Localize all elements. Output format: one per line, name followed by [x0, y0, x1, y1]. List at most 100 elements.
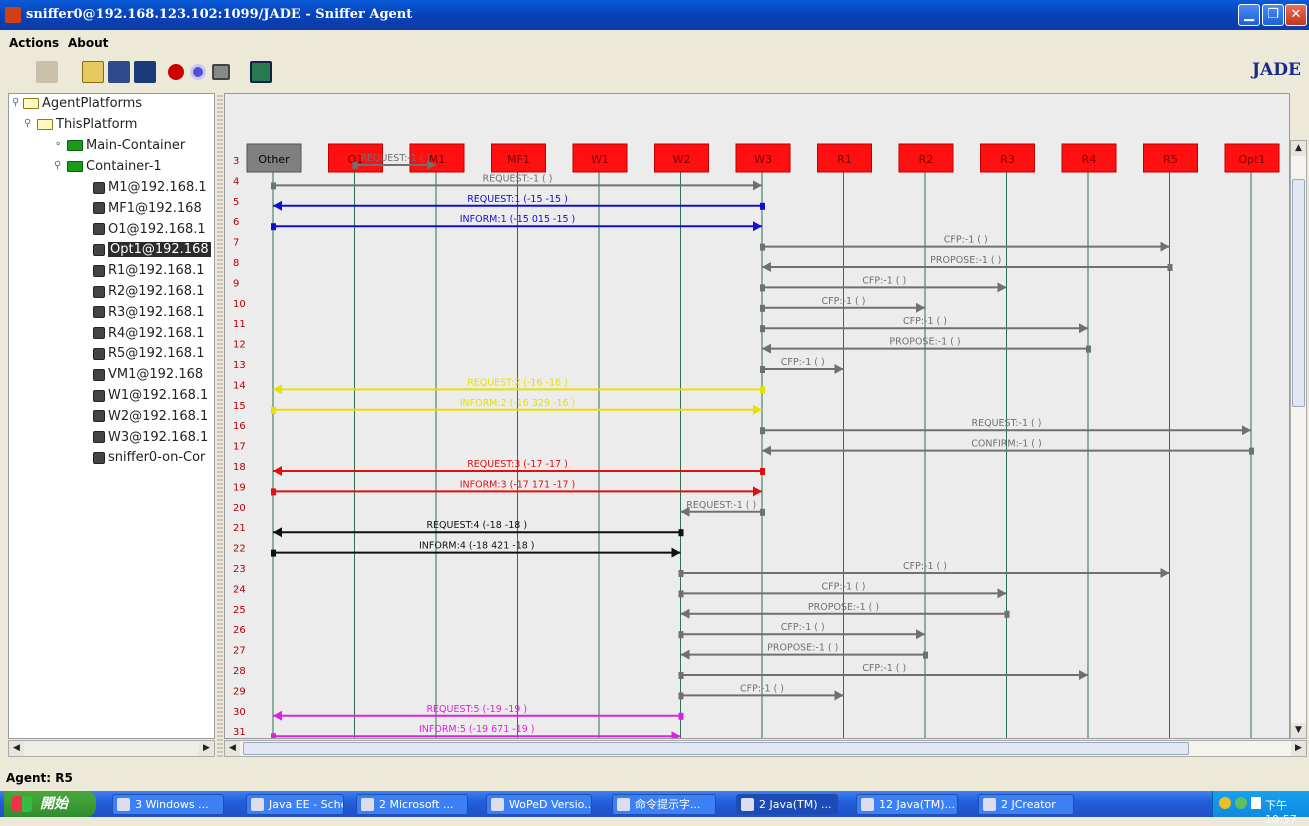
scroll-right-arrow-icon[interactable]: ▶ — [199, 741, 214, 756]
row-number: 18 — [233, 462, 246, 473]
scroll-left-arrow-icon[interactable]: ◀ — [225, 741, 240, 756]
arrow-head — [753, 221, 762, 232]
agent-box-label: Other — [258, 153, 290, 166]
start-button[interactable]: 開始 — [4, 791, 96, 817]
tree-node-agent[interactable]: W1@192.168.1 — [93, 386, 208, 406]
tree-node-agent[interactable]: R2@192.168.1 — [93, 282, 204, 302]
expand-icon[interactable]: ⚲ — [12, 97, 19, 108]
horizontal-scroll-thumb[interactable] — [243, 742, 1189, 755]
arrow-head — [273, 466, 282, 476]
tree-node-container-1[interactable]: Container-1 — [67, 157, 162, 177]
arrow-head — [671, 547, 681, 558]
tray-icon[interactable] — [1219, 797, 1231, 809]
row-number: 30 — [233, 707, 246, 718]
agent-tree[interactable]: ⚲ AgentPlatforms ⚲ ThisPlatform ⚬ Main-C… — [8, 93, 215, 739]
menu-actions[interactable]: Actions — [9, 36, 59, 50]
clear-canvas-icon[interactable] — [36, 61, 58, 83]
scroll-down-arrow-icon[interactable]: ▼ — [1291, 723, 1306, 738]
message-label: INFORM:4 (-18 421 -18 ) — [419, 541, 535, 552]
diagram-horizontal-scrollbar[interactable]: ◀ ▶ — [224, 740, 1307, 757]
expand-icon[interactable]: ⚲ — [24, 118, 31, 129]
tree-node-agent[interactable]: Opt1@192.168 — [93, 240, 211, 260]
tree-node-main-container[interactable]: Main-Container — [67, 136, 185, 156]
message-label: REQUEST:3 (-17 -17 ) — [467, 459, 568, 470]
taskbar-task[interactable]: 命令提示字... — [612, 794, 716, 815]
split-divider[interactable] — [217, 93, 223, 757]
agent-icon — [93, 389, 105, 402]
arrow-tail — [678, 712, 684, 720]
tree-node-agent[interactable]: MF1@192.168 — [93, 199, 202, 219]
scroll-up-arrow-icon[interactable]: ▲ — [1291, 141, 1306, 156]
tree-node-agent[interactable]: sniffer0-on-Cor — [93, 448, 205, 468]
tree-node-agent[interactable]: M1@192.168.1 — [93, 178, 207, 198]
toolbar: JADE — [0, 52, 1309, 92]
agent-icon — [93, 202, 105, 215]
message-sequence-diagram[interactable]: Other O1 M1 MF1 W1 W2 W3 R1 R2 R3 R4 R5 Opt1 3 4 5 6 7 8 9 1… — [224, 93, 1290, 739]
taskbar-task[interactable]: 2 Microsoft ... — [356, 794, 468, 815]
vertical-scroll-thumb[interactable] — [1292, 179, 1305, 407]
folder-icon — [23, 98, 39, 109]
message-label: INFORM:1 (-15 015 -15 ) — [460, 214, 576, 225]
taskbar-task[interactable]: 12 Java(TM)... — [856, 794, 958, 815]
diagram-canvas: Other O1 M1 MF1 W1 W2 W3 R1 R2 R3 R4 R5 Opt134567891… — [233, 143, 1280, 738]
tree-node-agent[interactable]: R4@192.168.1 — [93, 324, 204, 344]
save-snapshot-icon[interactable] — [108, 61, 130, 83]
arrow-head — [997, 282, 1007, 293]
diagram-vertical-scrollbar[interactable]: ▲ ▼ — [1290, 140, 1307, 739]
status-label: Agent: R5 — [6, 771, 73, 785]
maximize-button[interactable]: ❐ — [1262, 4, 1284, 26]
message-label: REQUEST:-1 ( ) — [360, 153, 430, 164]
agent-box-label: W1 — [591, 153, 609, 166]
tree-node-agent[interactable]: W3@192.168.1 — [93, 428, 208, 448]
tree-node-agentplatforms[interactable]: AgentPlatforms — [23, 94, 142, 114]
record-icon[interactable] — [168, 64, 184, 80]
tree-node-agent[interactable]: VM1@192.168 — [93, 365, 203, 385]
task-app-icon — [117, 798, 130, 811]
message-label: REQUEST:5 (-19 -19 ) — [426, 704, 527, 715]
row-number: 9 — [233, 278, 239, 289]
tree-node-agent[interactable]: R5@192.168.1 — [93, 344, 204, 364]
arrow-head — [273, 527, 282, 538]
close-button[interactable]: ✕ — [1285, 4, 1307, 26]
arrow-tail — [760, 243, 765, 251]
open-file-icon[interactable] — [82, 61, 104, 83]
row-number: 10 — [233, 299, 246, 310]
agent-icon — [93, 264, 105, 277]
taskbar-task[interactable]: 3 Windows ... — [112, 794, 224, 815]
scroll-right-arrow-icon[interactable]: ▶ — [1291, 741, 1306, 756]
arrow-tail — [1167, 264, 1173, 271]
tree-node-agent[interactable]: R3@192.168.1 — [93, 303, 204, 323]
tree-node-agent[interactable]: R1@192.168.1 — [93, 261, 204, 281]
agent-icon — [93, 306, 105, 319]
save-file-icon[interactable] — [134, 61, 156, 83]
minimize-button[interactable]: ▁ — [1238, 4, 1260, 26]
expand-icon[interactable]: ⚲ — [54, 160, 61, 171]
menu-about[interactable]: About — [68, 36, 108, 50]
tree-node-agent[interactable]: O1@192.168.1 — [93, 220, 206, 240]
arrow-head — [834, 690, 844, 701]
tree-node-agent[interactable]: W2@192.168.1 — [93, 407, 208, 427]
row-number: 15 — [233, 401, 246, 412]
arrow-tail — [760, 427, 765, 435]
arrow-tail — [271, 182, 276, 190]
tree-horizontal-scrollbar[interactable]: ◀ ▶ — [8, 740, 215, 757]
arrow-tail — [760, 284, 765, 292]
exit-icon[interactable] — [250, 61, 272, 83]
taskbar-task[interactable]: 2 JCreator — [978, 794, 1074, 815]
arrow-tail — [760, 325, 765, 333]
row-number: 12 — [233, 340, 246, 351]
arrow-tail — [271, 488, 276, 496]
message-label: CFP:-1 ( ) — [781, 622, 825, 633]
collapse-icon[interactable]: ⚬ — [54, 139, 62, 150]
row-number: 5 — [233, 197, 239, 208]
taskbar-task[interactable]: Java EE - Sche... — [246, 794, 344, 815]
display-icon[interactable] — [212, 64, 230, 80]
filter-icon[interactable] — [190, 64, 206, 80]
taskbar-task[interactable]: WoPeD Versio... — [486, 794, 592, 815]
scroll-left-arrow-icon[interactable]: ◀ — [9, 741, 24, 756]
arrow-tail — [678, 590, 684, 598]
tray-icon[interactable] — [1235, 797, 1247, 809]
tray-icon[interactable] — [1251, 797, 1261, 809]
tree-node-thisplatform[interactable]: ThisPlatform — [37, 115, 137, 135]
taskbar-task[interactable]: 2 Java(TM) ... — [736, 794, 838, 815]
